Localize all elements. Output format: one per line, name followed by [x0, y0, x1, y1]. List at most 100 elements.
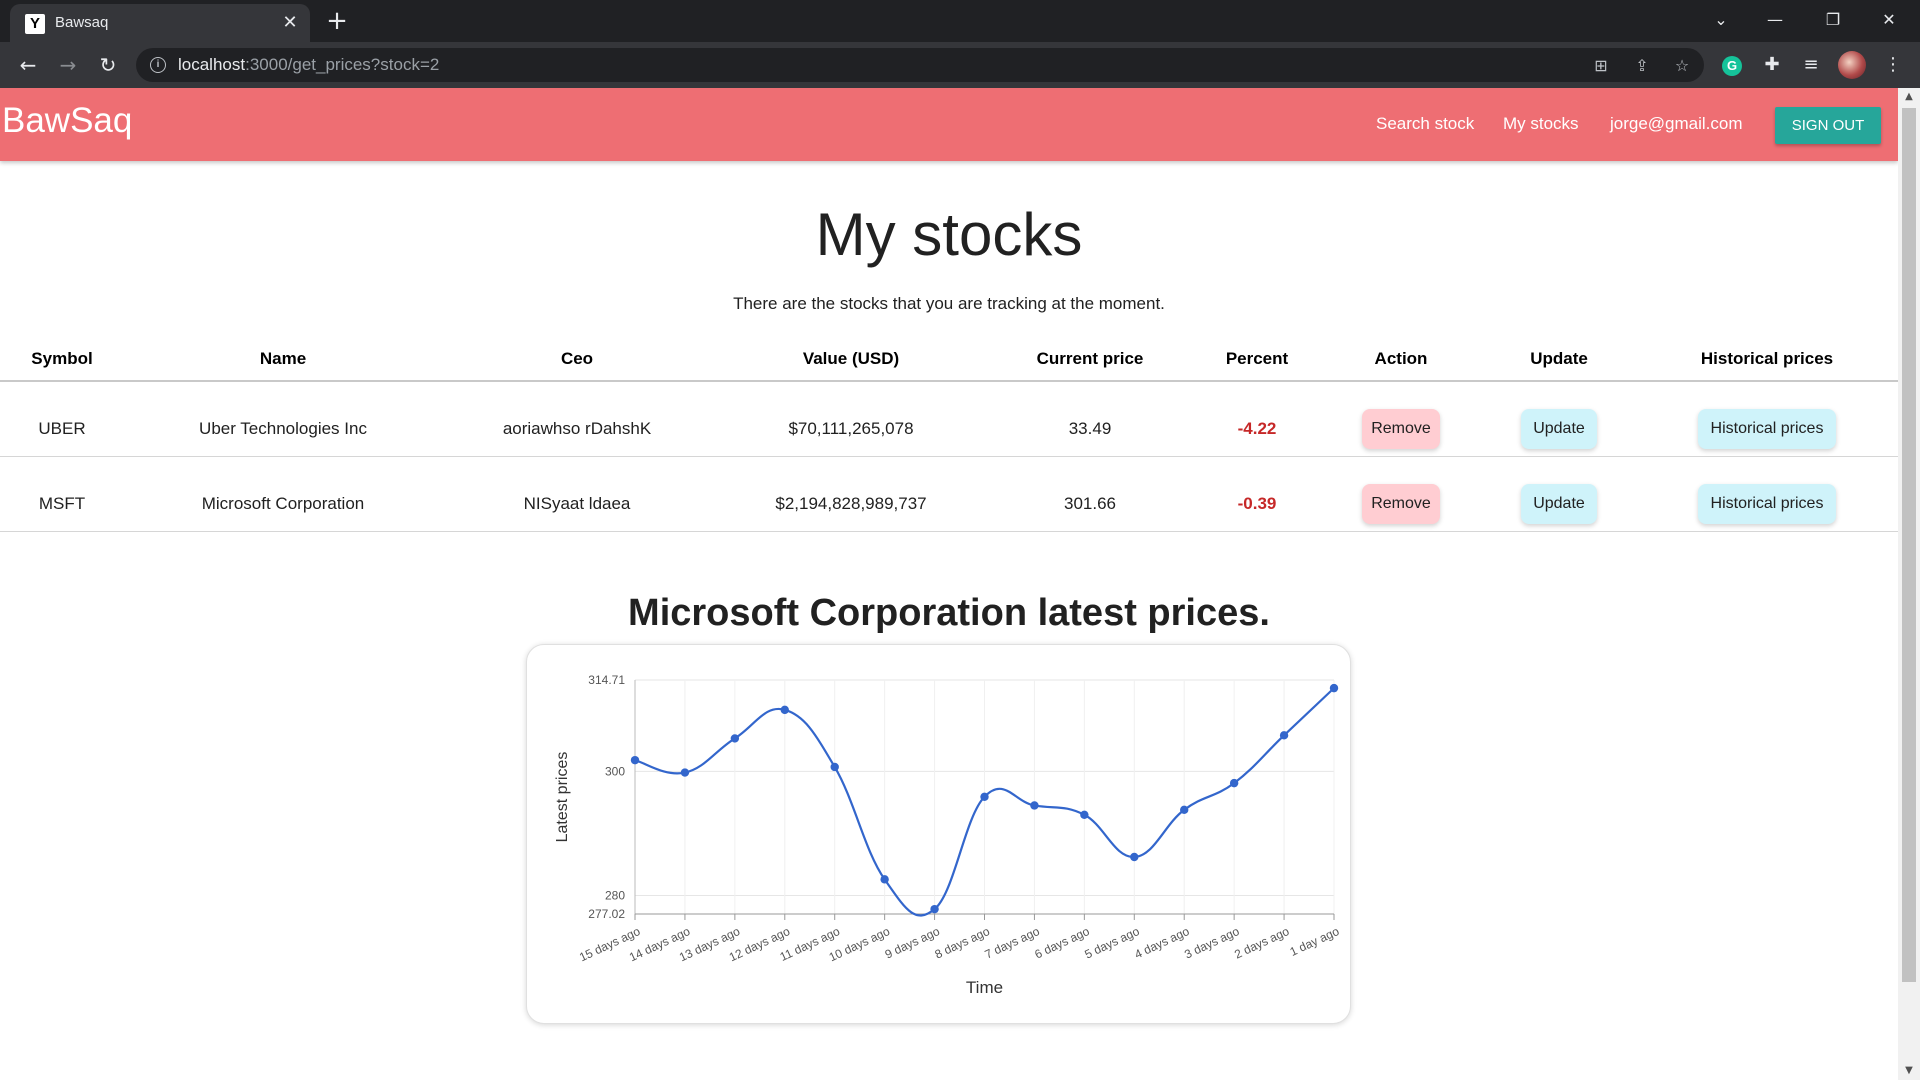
- data-point[interactable]: [780, 705, 789, 715]
- price-chart-card: 314.71 300 280 277.02 15 days ago 14 days ago…: [526, 644, 1351, 1024]
- data-point[interactable]: [880, 875, 889, 884]
- translate-icon[interactable]: ⊞: [1588, 53, 1614, 79]
- x-tick-label: 8 days ago: [933, 924, 992, 962]
- profile-avatar[interactable]: [1838, 51, 1866, 79]
- x-tick-label: 6 days ago: [1032, 924, 1091, 962]
- row-divider: [0, 531, 1898, 532]
- x-tick-label: 9 days ago: [883, 924, 942, 962]
- data-point[interactable]: [1030, 801, 1039, 810]
- new-tab-icon[interactable]: +: [322, 7, 352, 37]
- share-icon[interactable]: ⇪: [1629, 53, 1655, 79]
- data-point[interactable]: [1229, 778, 1239, 788]
- price-line-chart: 314.71300280277.0215 days ago14 days ago…: [554, 673, 1342, 997]
- column-header-symbol: Symbol: [31, 349, 93, 368]
- close-window-icon[interactable]: ✕: [1866, 4, 1912, 36]
- nav-link-my-stocks[interactable]: My stocks: [1503, 114, 1579, 134]
- cell-symbol: UBER: [38, 419, 86, 438]
- scroll-up-arrow-icon[interactable]: ▲: [1898, 88, 1920, 106]
- favicon-icon: Y: [25, 14, 45, 34]
- column-header-ceo: Ceo: [560, 349, 594, 368]
- close-tab-icon[interactable]: ✕: [278, 11, 302, 35]
- x-axis-title: Time: [966, 978, 1003, 997]
- x-tick-label: 2 days ago: [1232, 924, 1291, 962]
- column-header-historical-prices: Historical prices: [1700, 349, 1834, 368]
- cell-symbol: MSFT: [38, 494, 86, 513]
- app-navbar: BawSaq Search stock My stocks jorge@gmai…: [0, 88, 1898, 161]
- back-icon[interactable]: ←: [12, 49, 44, 81]
- row-divider: [0, 456, 1898, 457]
- page-title: My stocks: [815, 201, 1083, 268]
- browser-tab[interactable]: Y Bawsaq ✕: [10, 4, 310, 42]
- tab-title: Bawsaq: [55, 14, 109, 31]
- remove-button[interactable]: Remove: [1362, 484, 1440, 524]
- y-tick-label: 300: [605, 764, 625, 778]
- browser-chrome: Y Bawsaq ✕ + ⌄ — ❐ ✕ ← → ↻ i localhost:3…: [0, 0, 1920, 88]
- menu-kebab-icon[interactable]: ⋮: [1877, 49, 1909, 81]
- y-axis-title: Latest prices: [554, 752, 571, 843]
- column-header-name: Name: [259, 349, 307, 368]
- chart-heading-company: Microsoft Corporation: [628, 592, 1028, 634]
- sign-out-button[interactable]: SIGN OUT: [1775, 107, 1881, 144]
- scroll-down-arrow-icon[interactable]: ▼: [1898, 1062, 1920, 1080]
- extensions-icon[interactable]: ✚: [1756, 49, 1788, 81]
- x-tick-label: 3 days ago: [1182, 924, 1241, 962]
- update-button[interactable]: Update: [1521, 484, 1597, 524]
- nav-link-user-email[interactable]: jorge@gmail.com: [1610, 114, 1743, 134]
- bookmark-star-icon[interactable]: ☆: [1669, 53, 1695, 79]
- cell-value: $2,194,828,989,737: [775, 494, 927, 513]
- site-info-icon[interactable]: i: [150, 57, 166, 73]
- column-header-action: Action: [1374, 349, 1428, 368]
- browser-toolbar: ← → ↻ i localhost:3000/get_prices?stock=…: [0, 42, 1920, 88]
- chart-heading-suffix: latest prices.: [1027, 592, 1270, 634]
- page-scrollbar[interactable]: ▲ ▼: [1898, 88, 1920, 1080]
- data-point[interactable]: [980, 792, 989, 801]
- data-point[interactable]: [680, 768, 690, 777]
- url-text[interactable]: localhost:3000/get_prices?stock=2: [178, 55, 439, 75]
- tab-strip: Y Bawsaq ✕ + ⌄ — ❐ ✕: [0, 0, 1920, 42]
- cell-name: Uber Technologies Inc: [199, 419, 367, 438]
- data-point[interactable]: [830, 762, 839, 772]
- historical-prices-button[interactable]: Historical prices: [1698, 409, 1836, 449]
- media-control-icon[interactable]: ≡: [1795, 49, 1827, 81]
- column-header-value: Value (USD): [802, 349, 900, 368]
- x-tick-label: 5 days ago: [1082, 924, 1141, 962]
- tab-search-icon[interactable]: ⌄: [1698, 4, 1744, 36]
- restore-icon[interactable]: ❐: [1810, 4, 1856, 36]
- brand-logo[interactable]: BawSaq: [2, 101, 132, 141]
- scrollbar-thumb[interactable]: [1902, 108, 1916, 982]
- url-path: :3000/get_prices?stock=2: [245, 55, 440, 74]
- cell-name: Microsoft Corporation: [201, 494, 365, 513]
- page-subtitle: There are the stocks that you are tracki…: [733, 294, 1165, 313]
- column-header-update: Update: [1530, 349, 1588, 368]
- cell-ceo: aoriawhso rDahshK: [502, 419, 652, 438]
- nav-link-search-stock[interactable]: Search stock: [1376, 114, 1474, 134]
- data-point[interactable]: [1279, 731, 1289, 740]
- reload-icon[interactable]: ↻: [92, 49, 124, 81]
- data-point[interactable]: [1180, 805, 1189, 815]
- address-bar[interactable]: i localhost:3000/get_prices?stock=2 ⊞ ⇪ …: [136, 48, 1704, 82]
- cell-current-price: 301.66: [1064, 494, 1116, 513]
- forward-icon[interactable]: →: [52, 49, 84, 81]
- update-button[interactable]: Update: [1521, 409, 1597, 449]
- data-point[interactable]: [930, 904, 939, 914]
- y-tick-label: 280: [605, 888, 625, 902]
- cell-current-price: 33.49: [1068, 419, 1112, 438]
- historical-prices-button[interactable]: Historical prices: [1698, 484, 1836, 524]
- data-point[interactable]: [1329, 683, 1339, 693]
- grammarly-extension-icon[interactable]: G: [1722, 56, 1742, 76]
- y-tick-label: 314.71: [588, 673, 625, 687]
- x-tick-label: 4 days ago: [1132, 924, 1191, 962]
- column-header-current-price: Current price: [1036, 349, 1144, 368]
- table-header-divider: [0, 380, 1898, 382]
- x-tick-label: 1 day ago: [1288, 924, 1342, 959]
- minimize-icon[interactable]: —: [1752, 4, 1798, 36]
- data-point[interactable]: [730, 734, 740, 743]
- data-point[interactable]: [630, 755, 640, 765]
- cell-percent: -4.22: [1237, 419, 1277, 438]
- remove-button[interactable]: Remove: [1362, 409, 1440, 449]
- cell-value: $70,111,265,078: [788, 419, 914, 438]
- page-viewport: BawSaq Search stock My stocks jorge@gmai…: [0, 88, 1898, 1080]
- data-point[interactable]: [1130, 852, 1139, 862]
- column-header-percent: Percent: [1225, 349, 1289, 368]
- data-point[interactable]: [1080, 810, 1089, 819]
